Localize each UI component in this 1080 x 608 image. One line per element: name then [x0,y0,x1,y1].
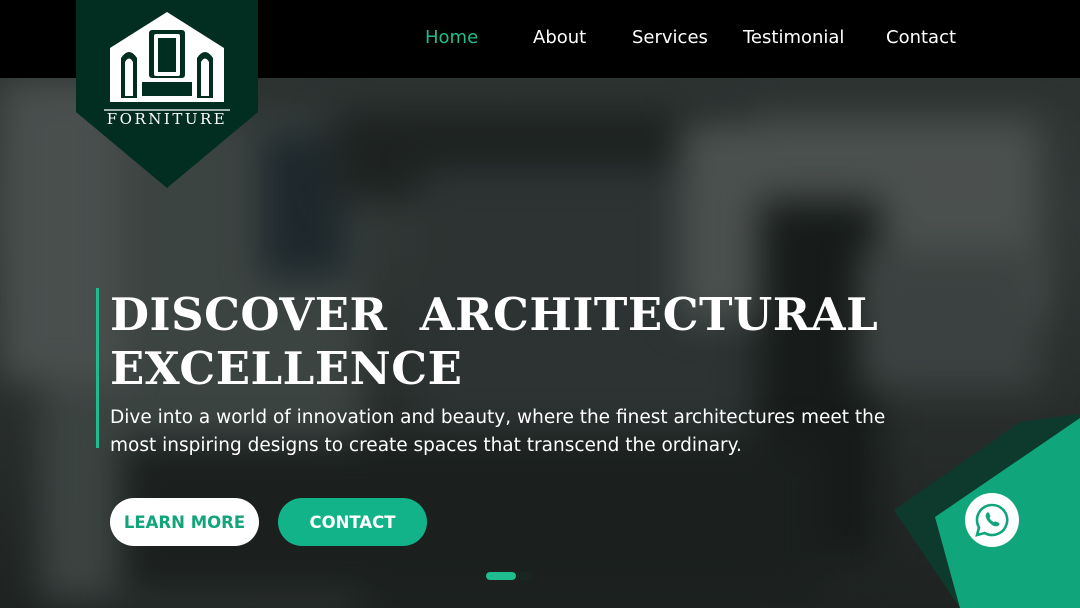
nav-about[interactable]: About [533,27,586,48]
hero-title-line1: DISCOVER ARCHITECTURAL [110,288,879,341]
nav-testimonial[interactable]: Testimonial [743,27,844,48]
hero-title-line2: EXCELLENCE [110,342,463,395]
nav-contact[interactable]: Contact [886,27,956,48]
whatsapp-button[interactable] [965,493,1019,547]
hero-subtitle: Dive into a world of innovation and beau… [110,407,886,456]
nav-home[interactable]: Home [425,27,478,48]
logo-text: FORNITURE [106,110,228,128]
hero-title: DISCOVER ARCHITECTURAL EXCELLENCE [110,288,930,396]
logo-badge-shape [76,0,258,188]
nav-services[interactable]: Services [632,27,708,48]
contact-button[interactable]: CONTACT [278,498,427,546]
whatsapp-icon [975,503,1009,537]
slide-dot-active[interactable] [486,572,516,580]
brand-logo[interactable]: FORNITURE [76,0,258,188]
learn-more-button[interactable]: LEARN MORE [110,498,259,546]
hero-content: DISCOVER ARCHITECTURAL EXCELLENCE Dive i… [96,288,930,456]
slider-indicator [486,572,532,581]
slide-dot[interactable] [516,572,532,580]
